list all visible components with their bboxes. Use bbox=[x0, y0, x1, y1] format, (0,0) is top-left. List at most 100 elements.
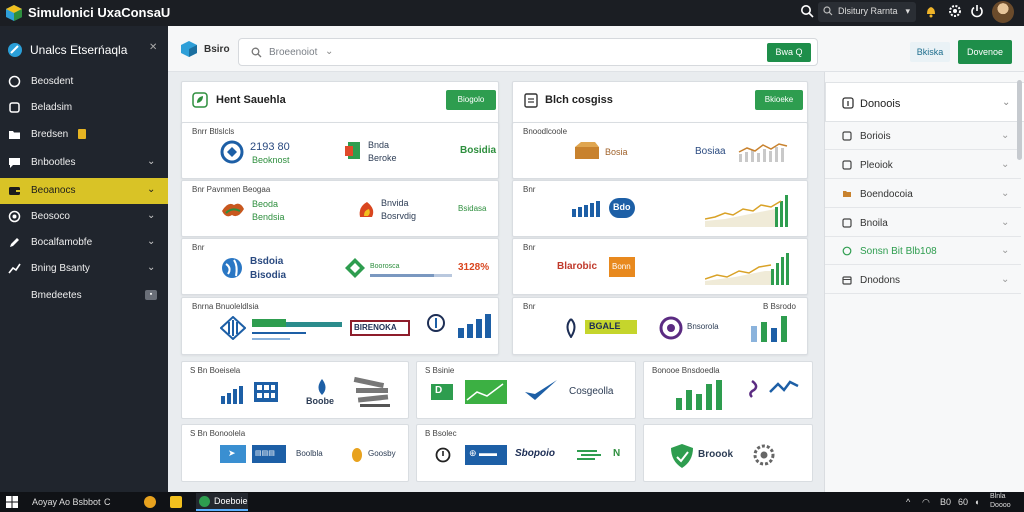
bar-chart-icon bbox=[676, 380, 722, 410]
filter-item[interactable]: Sonsn Bit Blb108 ⌄ bbox=[825, 237, 1021, 265]
sidebar-item-bmedeetes[interactable]: Bmedeetes ▪ bbox=[0, 283, 168, 309]
square-icon bbox=[9, 102, 20, 113]
taskbar-search[interactable]: Aoyay Ao Bsbbot bbox=[32, 497, 101, 507]
brand-box-label: BIRENOKA bbox=[354, 323, 397, 332]
flag-block: ➤ bbox=[220, 445, 246, 463]
arrow-icon: ➤ bbox=[228, 448, 236, 458]
filter-item-label: Pleoiok bbox=[860, 160, 893, 171]
chevron-down-icon[interactable]: ⌄ bbox=[325, 46, 333, 57]
progress-track bbox=[370, 274, 452, 277]
volume-icon[interactable]: ◖ bbox=[974, 497, 979, 507]
panel-action-button[interactable]: Biogolo bbox=[446, 90, 496, 110]
bar-chart-icon bbox=[458, 314, 491, 338]
brand-tag: BGALE bbox=[585, 320, 637, 334]
row-card[interactable]: Bnr Bsdoia Bisodia Boorosca 3128% bbox=[181, 238, 499, 295]
brand-name: Sbopoio bbox=[515, 448, 555, 459]
sidebar-item-label: Beosdent bbox=[31, 76, 74, 87]
row-label: S Bsinie bbox=[425, 366, 455, 375]
tile-card[interactable]: S Bn Boeisela Boobe bbox=[181, 361, 409, 419]
account-dropdown[interactable]: Dlsitury Rarnta ▾ bbox=[818, 2, 916, 22]
row-label: Bnr bbox=[523, 185, 536, 194]
filter-item[interactable]: Boriois ⌄ bbox=[825, 122, 1021, 150]
metric-status: Bosidia bbox=[460, 145, 497, 156]
tile-card[interactable]: Bonooe Bnsdoedla bbox=[643, 361, 813, 419]
folder-icon[interactable] bbox=[170, 496, 182, 508]
wallet-icon bbox=[9, 187, 20, 195]
chevron-up-icon[interactable]: ^ bbox=[906, 497, 910, 507]
search-input[interactable]: Broeenoiot ⌄ Bwa Q bbox=[238, 38, 818, 66]
row-label: Bnoodlcoole bbox=[523, 127, 568, 136]
sidebar-item-beosoco[interactable]: Beosoco ⌄ bbox=[0, 204, 168, 230]
sidebar-item-beosdent[interactable]: Beosdent bbox=[0, 69, 168, 95]
brand-name: Goosby bbox=[368, 449, 396, 458]
search-button[interactable]: Bwa Q bbox=[767, 43, 811, 62]
sidebar-item-bocalfamobfe[interactable]: Bocalfamobfe ⌄ bbox=[0, 230, 168, 256]
filter-item-label: Boendocoia bbox=[860, 189, 913, 200]
filter-item[interactable]: Pleoiok ⌄ bbox=[825, 151, 1021, 179]
toolbar-label: Bsiro bbox=[204, 44, 230, 55]
metric-title: Bsdoia bbox=[250, 256, 284, 267]
filter-item[interactable]: Dnodons ⌄ bbox=[825, 266, 1021, 294]
taskbar-active-app[interactable]: Doeboie bbox=[196, 493, 248, 511]
scrollbar[interactable] bbox=[1017, 80, 1022, 160]
sidebar-item-label: Beosoco bbox=[31, 211, 70, 222]
wifi-icon[interactable]: ◠ bbox=[922, 497, 930, 508]
filter-item[interactable]: Bnoila ⌄ bbox=[825, 209, 1021, 237]
notification-bell-icon[interactable] bbox=[924, 4, 938, 18]
speed-icon bbox=[577, 450, 601, 460]
row-card[interactable]: Bnr Blarobic Bonn bbox=[512, 238, 808, 295]
clipboard-icon bbox=[524, 93, 538, 108]
clock-date: Doooo bbox=[990, 502, 1011, 509]
grid-icon bbox=[254, 382, 278, 402]
row-card[interactable]: Bnr Bdo bbox=[512, 180, 808, 237]
checkmark-icon bbox=[525, 380, 557, 400]
app-logo-icon bbox=[8, 43, 22, 57]
secondary-button[interactable]: Bkiska bbox=[910, 42, 950, 62]
wide-card-right[interactable]: Bnr B Bsrodo BGALE Bnsorola bbox=[512, 297, 808, 355]
filter-panel-title: Donoois bbox=[860, 98, 901, 110]
chevron-down-icon: ▾ bbox=[905, 6, 910, 16]
close-icon[interactable]: ✕ bbox=[149, 42, 157, 53]
search-icon[interactable] bbox=[800, 4, 814, 18]
chevron-down-icon: ⌄ bbox=[147, 156, 156, 167]
filter-panel-header[interactable]: Donoois ⌄ bbox=[825, 82, 1024, 122]
search-icon bbox=[823, 6, 833, 16]
chevron-down-icon: ⌄ bbox=[1002, 97, 1011, 108]
tile-card[interactable]: S Bn Bonoolela ➤ ▤▤▤ Boolbla Goosby bbox=[181, 424, 409, 482]
swirl-icon bbox=[659, 316, 683, 340]
sidebar-item-bning-bsanty[interactable]: Bning Bsanty ⌄ bbox=[0, 256, 168, 282]
sidebar-item-bredsen[interactable]: Bredsen bbox=[0, 122, 168, 148]
flame-icon bbox=[359, 202, 374, 217]
row-card[interactable]: Bnoodlcoole Bosia Bosiaa bbox=[512, 122, 808, 179]
sidebar-item-bnbootles[interactable]: Bnbootles ⌄ bbox=[0, 150, 168, 176]
app-icon bbox=[199, 496, 210, 507]
sidebar-item-beladsim[interactable]: Beladsim bbox=[0, 95, 168, 121]
progress-fill bbox=[370, 274, 434, 277]
chevron-down-icon: ⌄ bbox=[147, 184, 156, 195]
gear-icon[interactable] bbox=[948, 4, 962, 18]
filter-item-label: Bnoila bbox=[860, 218, 888, 229]
brand-name: Broook bbox=[698, 449, 733, 460]
tile-card[interactable]: Broook bbox=[643, 424, 813, 482]
wide-card-left[interactable]: Bnrna Bnuoleldlsia BIRENOKA bbox=[181, 297, 499, 355]
filter-panel: Donoois ⌄ Boriois ⌄ Pleoiok ⌄ Boendocoia… bbox=[824, 72, 1024, 492]
filter-item[interactable]: Boendocoia ⌄ bbox=[825, 180, 1021, 208]
row-card[interactable]: Bnrr Btlslcls 2193 80 Beoknost Bnda Bero… bbox=[181, 122, 499, 179]
tile-card[interactable]: S Bsinie D Cosgeolla bbox=[416, 361, 636, 419]
brand-name: N bbox=[613, 448, 621, 459]
user-avatar[interactable] bbox=[992, 1, 1014, 23]
browser-icon[interactable] bbox=[144, 496, 156, 508]
row-label: Bnrna Bnuoleldlsia bbox=[192, 302, 259, 311]
gear-icon bbox=[753, 444, 775, 466]
sidebar-item-beoanocs[interactable]: Beoanocs ⌄ bbox=[0, 178, 168, 204]
tile-card[interactable]: B Bsolec ⊕ ▬▬ Sbopoio N bbox=[416, 424, 636, 482]
tray-label: 60 bbox=[958, 497, 969, 507]
primary-button[interactable]: Dovenoe bbox=[958, 40, 1012, 64]
windows-start-icon[interactable] bbox=[6, 496, 18, 508]
row-card[interactable]: Bnr Pavnmen Beogaa Beoda Bendsia Bnvida … bbox=[181, 180, 499, 237]
panel-action-button[interactable]: Bkioeke bbox=[755, 90, 803, 110]
app-title: Simulonici UxaConsaU bbox=[28, 5, 171, 20]
metric-title: Beoda bbox=[252, 199, 279, 209]
brand-box: BIRENOKA bbox=[350, 320, 410, 336]
power-icon[interactable] bbox=[970, 4, 984, 18]
